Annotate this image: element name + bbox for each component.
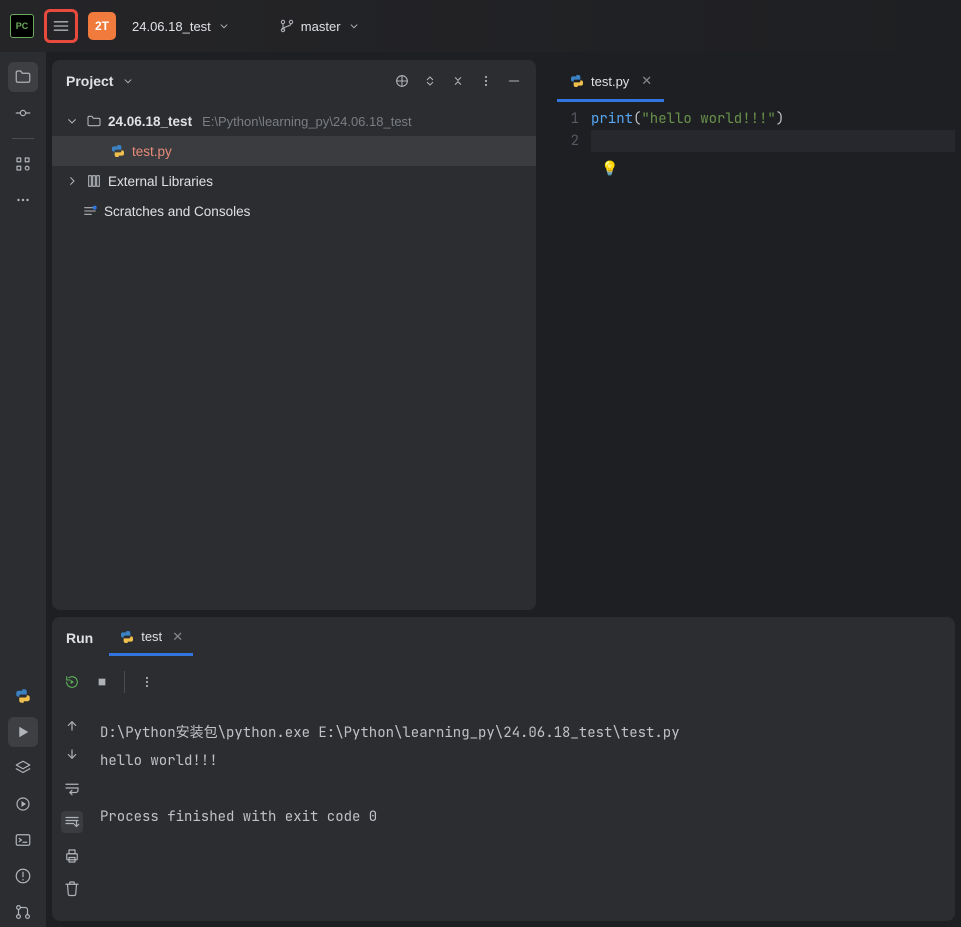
scroll-to-end-icon[interactable] xyxy=(61,811,83,833)
output-line: hello world!!! xyxy=(100,752,218,770)
run-panel-title: Run xyxy=(66,630,93,646)
tab-filename: test.py xyxy=(591,74,629,89)
stop-icon[interactable] xyxy=(94,674,110,690)
print-icon[interactable] xyxy=(63,847,81,865)
project-panel-header: Project xyxy=(52,60,536,102)
libraries-icon xyxy=(86,173,102,189)
collapse-all-icon[interactable] xyxy=(450,73,466,89)
rerun-icon[interactable] xyxy=(64,674,80,690)
tree-file-label: test.py xyxy=(132,144,172,159)
project-selector[interactable]: 24.06.18_test xyxy=(126,15,237,38)
scratches-icon xyxy=(82,203,98,219)
run-panel-header: Run test ✕ xyxy=(52,617,955,659)
output-exit: Process finished with exit code 0 xyxy=(100,808,377,826)
project-tree: 24.06.18_test E:\Python\learning_py\24.0… xyxy=(52,102,536,230)
project-panel-title: Project xyxy=(66,73,113,89)
version-control-tool-button[interactable] xyxy=(8,897,38,927)
chevron-down-icon xyxy=(217,19,231,33)
gutter: 1 2 xyxy=(545,102,591,610)
run-left-toolbar xyxy=(52,705,92,921)
select-opened-file-icon[interactable] xyxy=(394,73,410,89)
problems-tool-button[interactable] xyxy=(8,861,38,891)
more-icon[interactable] xyxy=(478,73,494,89)
code-line-2 xyxy=(591,130,955,152)
more-tool-button[interactable] xyxy=(8,185,38,215)
line-number: 2 xyxy=(545,130,579,152)
project-name: 24.06.18_test xyxy=(132,19,211,34)
project-tool-button[interactable] xyxy=(8,62,38,92)
pycharm-logo-icon: PC xyxy=(10,14,34,38)
python-packages-button[interactable] xyxy=(8,753,38,783)
run-tab-label: test xyxy=(141,629,162,644)
tree-root[interactable]: 24.06.18_test E:\Python\learning_py\24.0… xyxy=(52,106,536,136)
intention-bulb-icon[interactable]: 💡 xyxy=(601,160,955,178)
clear-icon[interactable] xyxy=(63,879,81,897)
tree-file-testpy[interactable]: test.py xyxy=(52,136,536,166)
run-toolbar xyxy=(52,659,955,705)
editor-panel: test.py ✕ 1 2 print("hello world!!!") 💡 xyxy=(545,60,955,610)
tree-external-libraries[interactable]: External Libraries xyxy=(52,166,536,196)
branch-icon xyxy=(279,18,295,34)
python-file-icon xyxy=(569,73,585,89)
python-file-icon xyxy=(119,629,135,645)
tree-root-name: 24.06.18_test xyxy=(108,114,192,129)
code-line-1: print("hello world!!!") xyxy=(591,108,955,130)
soft-wrap-icon[interactable] xyxy=(63,779,81,797)
chevron-right-icon xyxy=(64,173,80,189)
run-tool-button[interactable] xyxy=(8,717,38,747)
close-run-tab-icon[interactable]: ✕ xyxy=(172,629,183,645)
tree-scratches[interactable]: Scratches and Consoles xyxy=(52,196,536,226)
python-console-button[interactable] xyxy=(8,681,38,711)
editor-tab-testpy[interactable]: test.py ✕ xyxy=(557,63,664,102)
chevron-down-icon xyxy=(64,113,80,129)
editor-tabs: test.py ✕ xyxy=(545,60,955,102)
code-area[interactable]: 1 2 print("hello world!!!") 💡 xyxy=(545,102,955,610)
more-icon[interactable] xyxy=(139,674,155,690)
main-menu-button[interactable] xyxy=(44,9,78,43)
project-panel: Project xyxy=(52,60,537,610)
line-number: 1 xyxy=(545,108,579,130)
python-file-icon xyxy=(110,143,126,159)
terminal-tool-button[interactable] xyxy=(8,825,38,855)
commit-tool-button[interactable] xyxy=(8,98,38,128)
down-icon[interactable] xyxy=(63,747,81,765)
title-bar: PC 2T 24.06.18_test master xyxy=(0,0,961,52)
project-avatar: 2T xyxy=(88,12,116,40)
folder-icon xyxy=(86,113,102,129)
tree-scratches-label: Scratches and Consoles xyxy=(104,204,250,219)
run-output[interactable]: D:\Python安装包\python.exe E:\Python\learni… xyxy=(92,705,955,921)
close-tab-icon[interactable]: ✕ xyxy=(641,73,652,89)
expand-all-icon[interactable] xyxy=(422,73,438,89)
chevron-down-icon xyxy=(347,19,361,33)
branch-name: master xyxy=(301,19,341,34)
run-tab-test[interactable]: test ✕ xyxy=(109,621,193,656)
run-panel: Run test ✕ xyxy=(52,616,955,921)
chevron-down-icon[interactable] xyxy=(121,74,135,88)
tree-ext-lib-label: External Libraries xyxy=(108,174,213,189)
up-icon[interactable] xyxy=(63,715,81,733)
services-tool-button[interactable] xyxy=(8,789,38,819)
tree-root-path: E:\Python\learning_py\24.06.18_test xyxy=(202,114,412,129)
hide-panel-icon[interactable] xyxy=(506,73,522,89)
structure-tool-button[interactable] xyxy=(8,149,38,179)
output-cmd: D:\Python安装包\python.exe E:\Python\learni… xyxy=(100,724,680,742)
left-toolbar xyxy=(0,52,46,927)
vcs-branch-selector[interactable]: master xyxy=(273,14,367,38)
